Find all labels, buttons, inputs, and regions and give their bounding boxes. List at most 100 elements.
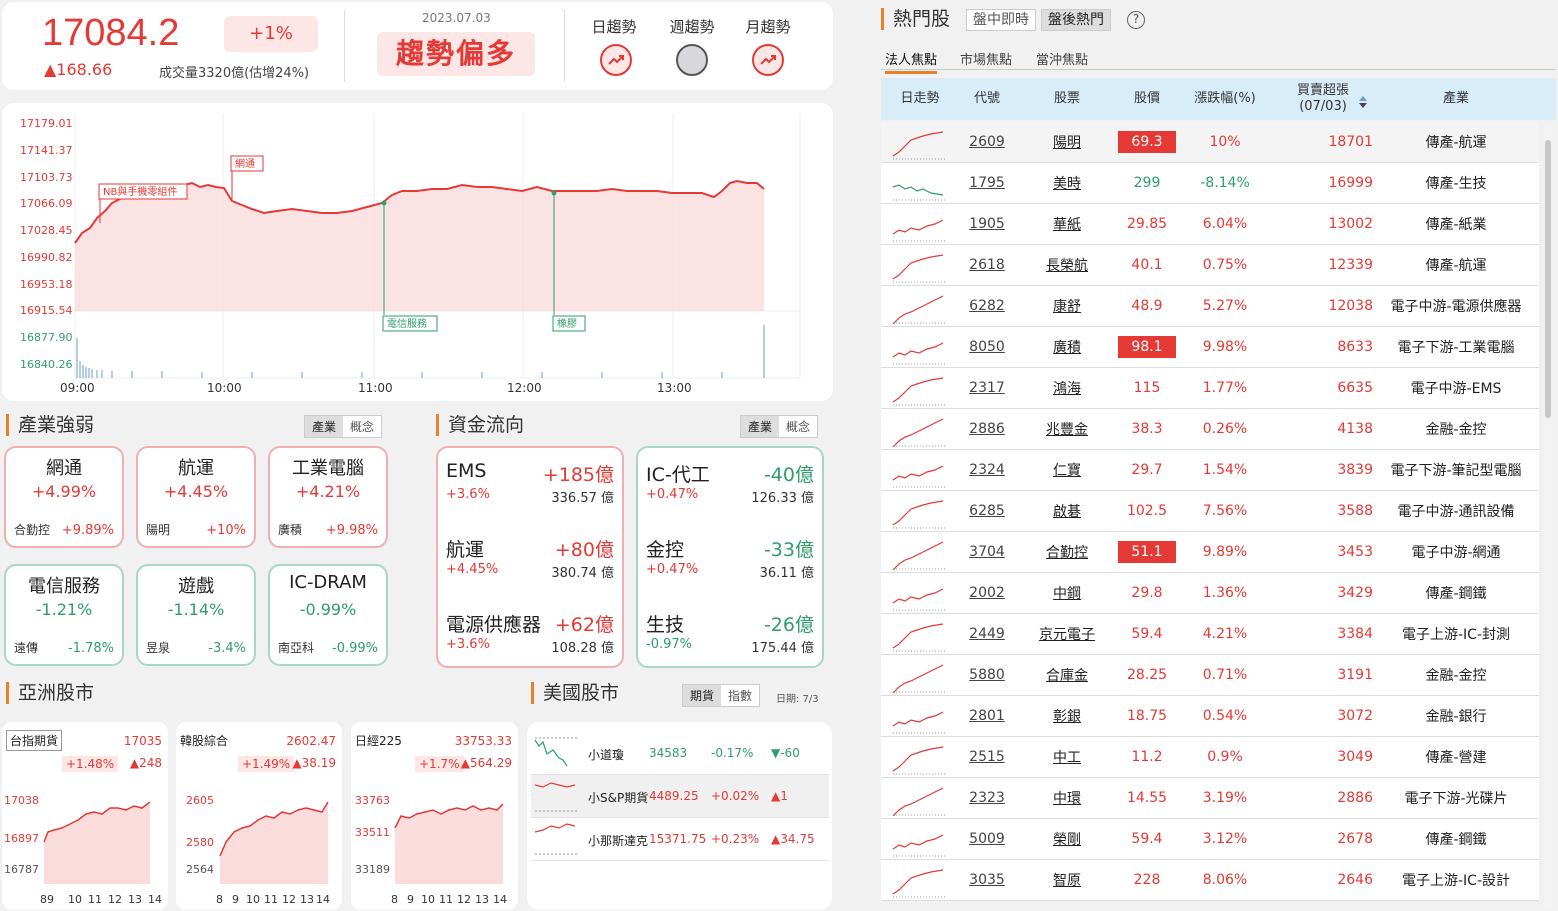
stock-name-link[interactable]: 長榮航 bbox=[1029, 245, 1105, 285]
stock-code-link[interactable]: 6285 bbox=[953, 491, 1021, 531]
industry-card[interactable]: 電信服務 -1.21% 遠傳 -1.78% bbox=[4, 564, 124, 666]
help-icon[interactable]: ? bbox=[1127, 11, 1145, 29]
flow-item[interactable]: EMS +185億 +3.6% 336.57 億 bbox=[438, 460, 622, 530]
sort-icon[interactable] bbox=[1359, 93, 1367, 112]
subtab-institutional[interactable]: 法人焦點 bbox=[885, 49, 938, 74]
stock-code-link[interactable]: 3704 bbox=[953, 532, 1021, 572]
flow-item[interactable]: 航運 +80億 +4.45% 380.74 億 bbox=[438, 535, 622, 605]
col-netbuy[interactable]: 買賣超張 (07/03) bbox=[1273, 78, 1373, 120]
table-row[interactable]: 6282 康舒 48.9 5.27% 12038 電子中游-電源供應器 bbox=[881, 286, 1539, 327]
col-code[interactable]: 代號 bbox=[953, 78, 1021, 120]
table-row[interactable]: 2801 彰銀 18.75 0.54% 3072 金融-銀行 bbox=[881, 696, 1539, 737]
stock-code-link[interactable]: 2324 bbox=[953, 450, 1021, 490]
market-card-kospi[interactable]: 韓股綜合 2602.47 +1.49% ▲38.19 2605 2580 256… bbox=[176, 722, 342, 910]
table-row[interactable]: 2317 鴻海 115 1.77% 6635 電子中游-EMS bbox=[881, 368, 1539, 409]
stock-code-link[interactable]: 2323 bbox=[953, 778, 1021, 818]
toggle-futures[interactable]: 期貨 bbox=[683, 685, 722, 706]
col-name[interactable]: 股票 bbox=[1029, 78, 1105, 120]
stock-name-link[interactable]: 京元電子 bbox=[1029, 614, 1105, 654]
table-row[interactable]: 2886 兆豐金 38.3 0.26% 4138 金融-金控 bbox=[881, 409, 1539, 450]
flow-item[interactable]: 生技 -26億 -0.97% 175.44 億 bbox=[638, 610, 822, 680]
toggle-industry[interactable]: 產業 bbox=[305, 416, 344, 437]
stock-name-link[interactable]: 鴻海 bbox=[1029, 368, 1105, 408]
table-row[interactable]: 2324 仁寶 29.7 1.54% 3839 電子下游-筆記型電腦 bbox=[881, 450, 1539, 491]
stock-name-link[interactable]: 啟碁 bbox=[1029, 491, 1105, 531]
stock-code-link[interactable]: 2449 bbox=[953, 614, 1021, 654]
table-row[interactable]: 2449 京元電子 59.4 4.21% 3384 電子上游-IC-封測 bbox=[881, 614, 1539, 655]
stock-code-link[interactable]: 2002 bbox=[953, 573, 1021, 613]
table-row[interactable]: 2002 中鋼 29.8 1.36% 3429 傳產-鋼鐵 bbox=[881, 573, 1539, 614]
stock-code-link[interactable]: 2801 bbox=[953, 696, 1021, 736]
stock-name-link[interactable]: 美時 bbox=[1029, 163, 1105, 203]
stock-code-link[interactable]: 3035 bbox=[953, 860, 1021, 900]
flow-item[interactable]: 金控 -33億 +0.47% 36.11 億 bbox=[638, 535, 822, 605]
toggle-concept[interactable]: 概念 bbox=[343, 416, 382, 437]
stock-name-link[interactable]: 智原 bbox=[1029, 860, 1105, 900]
industry-card[interactable]: 航運 +4.45% 陽明 +10% bbox=[136, 446, 256, 548]
stock-name-link[interactable]: 彰銀 bbox=[1029, 696, 1105, 736]
table-row[interactable]: 2323 中環 14.55 3.19% 2886 電子下游-光碟片 bbox=[881, 778, 1539, 819]
stock-code-link[interactable]: 6282 bbox=[953, 286, 1021, 326]
toggle-industry[interactable]: 產業 bbox=[741, 416, 780, 437]
stock-code-link[interactable]: 5880 bbox=[953, 655, 1021, 695]
stock-name-link[interactable]: 中環 bbox=[1029, 778, 1105, 818]
table-row[interactable]: 5880 合庫金 28.25 0.71% 3191 金融-金控 bbox=[881, 655, 1539, 696]
trend-up-icon[interactable] bbox=[600, 44, 632, 76]
stock-name-link[interactable]: 廣積 bbox=[1029, 327, 1105, 367]
toggle-concept[interactable]: 概念 bbox=[779, 416, 818, 437]
us-market-row[interactable]: 小道瓊 34583 -0.17% ▼-60 bbox=[531, 732, 829, 775]
trend-neutral-icon[interactable] bbox=[676, 44, 708, 76]
industry-card[interactable]: 網通 +4.99% 合勤控 +9.89% bbox=[4, 446, 124, 548]
flow-item[interactable]: IC-代工 -40億 +0.47% 126.33 億 bbox=[638, 460, 822, 530]
table-row[interactable]: 1905 華紙 29.85 6.04% 13002 傳產-紙業 bbox=[881, 204, 1539, 245]
stock-code-link[interactable]: 2515 bbox=[953, 737, 1021, 777]
trend-up-icon[interactable] bbox=[752, 44, 784, 76]
toggle-index[interactable]: 指數 bbox=[721, 685, 760, 706]
stock-name-link[interactable]: 兆豐金 bbox=[1029, 409, 1105, 449]
stock-code-link[interactable]: 2886 bbox=[953, 409, 1021, 449]
flow-item[interactable]: 電源供應器 +62億 +3.6% 108.28 億 bbox=[438, 610, 622, 680]
stock-code-link[interactable]: 1905 bbox=[953, 204, 1021, 244]
us-market-row[interactable]: 小S&P期貨 4489.25 +0.02% ▲1 bbox=[531, 775, 829, 818]
stock-name-link[interactable]: 合勤控 bbox=[1029, 532, 1105, 572]
table-row[interactable]: 3035 智原 228 8.06% 2646 電子上游-IC-設計 bbox=[881, 860, 1539, 901]
table-row[interactable]: 5009 榮剛 59.4 3.12% 2678 傳產-鋼鐵 bbox=[881, 819, 1539, 860]
stock-code-link[interactable]: 2618 bbox=[953, 245, 1021, 285]
us-toggle[interactable]: 期貨 指數 bbox=[682, 684, 761, 707]
table-row[interactable]: 1795 美時 299 -8.14% 16999 傳產-生技 bbox=[881, 163, 1539, 204]
stock-name-link[interactable]: 仁寶 bbox=[1029, 450, 1105, 490]
col-pct[interactable]: 漲跌幅(%) bbox=[1187, 78, 1263, 120]
tab-intraday[interactable]: 盤中即時 bbox=[966, 9, 1036, 31]
market-card-taifex[interactable]: 台指期貨 17035 +1.48% ▲248 17038 16897 16787… bbox=[2, 722, 168, 910]
market-card-nikkei[interactable]: 日經225 33753.33 +1.7% ▲564.29 33763 33511… bbox=[351, 722, 518, 910]
stock-name-link[interactable]: 榮剛 bbox=[1029, 819, 1105, 859]
us-market-row[interactable]: 小那斯達克 15371.75 +0.23% ▲34.75 bbox=[531, 818, 829, 861]
table-row[interactable]: 8050 廣積 98.1 9.98% 8633 電子下游-工業電腦 bbox=[881, 327, 1539, 368]
table-row[interactable]: 6285 啟碁 102.5 7.56% 3588 電子中游-通訊設備 bbox=[881, 491, 1539, 532]
table-row[interactable]: 3704 合勤控 51.1 9.89% 3453 電子中游-網通 bbox=[881, 532, 1539, 573]
stock-code-link[interactable]: 1795 bbox=[953, 163, 1021, 203]
table-row[interactable]: 2609 陽明 69.3 10% 18701 傳產-航運 bbox=[881, 122, 1539, 163]
industry-card[interactable]: IC-DRAM -0.99% 南亞科 -0.99% bbox=[268, 564, 388, 666]
stock-name-link[interactable]: 康舒 bbox=[1029, 286, 1105, 326]
table-row[interactable]: 2515 中工 11.2 0.9% 3049 傳產-營建 bbox=[881, 737, 1539, 778]
stock-name-link[interactable]: 合庫金 bbox=[1029, 655, 1105, 695]
flow-toggle[interactable]: 產業 概念 bbox=[740, 415, 819, 438]
table-row[interactable]: 2618 長榮航 40.1 0.75% 12339 傳產-航運 bbox=[881, 245, 1539, 286]
stock-code-link[interactable]: 2317 bbox=[953, 368, 1021, 408]
intraday-chart[interactable]: 17179.01 17141.37 17103.73 17066.09 1702… bbox=[2, 103, 833, 401]
subtab-daytrade[interactable]: 當沖焦點 bbox=[1036, 49, 1088, 68]
stock-name-link[interactable]: 華紙 bbox=[1029, 204, 1105, 244]
subtab-market[interactable]: 市場焦點 bbox=[960, 49, 1012, 68]
stock-code-link[interactable]: 2609 bbox=[953, 122, 1021, 162]
stock-name-link[interactable]: 中工 bbox=[1029, 737, 1105, 777]
col-price[interactable]: 股價 bbox=[1117, 78, 1177, 120]
stock-code-link[interactable]: 5009 bbox=[953, 819, 1021, 859]
tab-after-hours[interactable]: 盤後熱門 bbox=[1041, 9, 1111, 31]
stock-name-link[interactable]: 陽明 bbox=[1029, 122, 1105, 162]
industry-toggle[interactable]: 產業 概念 bbox=[304, 415, 383, 438]
scrollbar-thumb[interactable] bbox=[1545, 140, 1551, 418]
stock-name-link[interactable]: 中鋼 bbox=[1029, 573, 1105, 613]
industry-card[interactable]: 工業電腦 +4.21% 廣積 +9.98% bbox=[268, 446, 388, 548]
stock-code-link[interactable]: 8050 bbox=[953, 327, 1021, 367]
